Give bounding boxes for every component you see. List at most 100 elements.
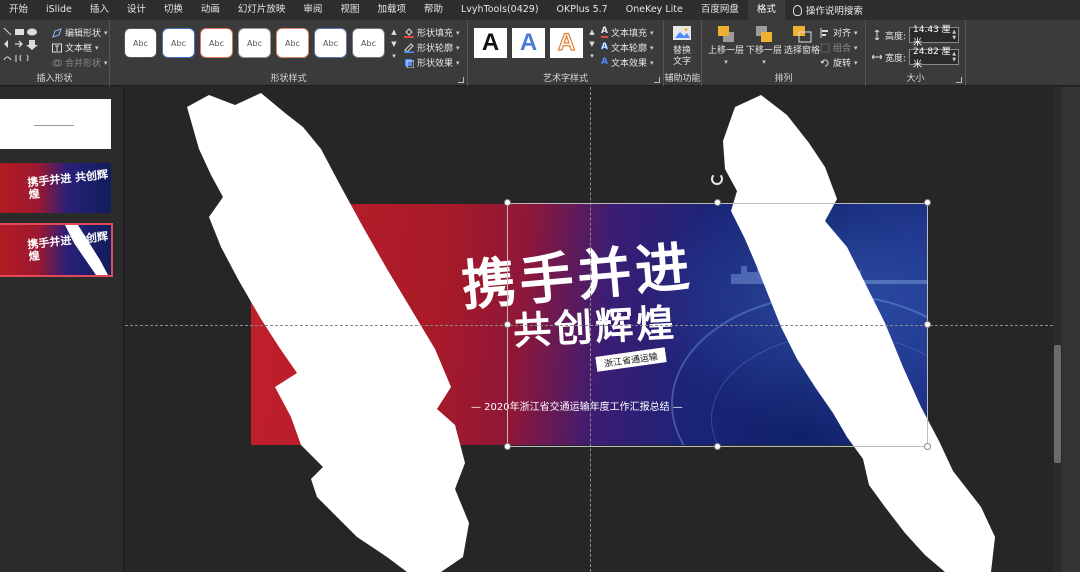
tab-transitions[interactable]: 切换 xyxy=(155,0,192,20)
edit-shape-button[interactable]: 编辑形状 ▾ xyxy=(52,26,108,39)
ribbon-tab-bar: 开始 iSlide 插入 设计 切换 动画 幻灯片放映 审阅 视图 加载项 帮助… xyxy=(0,0,1080,20)
tab-lvyhtools[interactable]: LvyhTools(0429) xyxy=(452,0,548,20)
wordart-black[interactable]: A xyxy=(474,28,507,58)
height-label: 高度: xyxy=(885,31,907,42)
edit-shape-icon xyxy=(52,27,62,38)
shape-outline-label: 形状轮廓 xyxy=(417,44,454,54)
resize-handle-right[interactable] xyxy=(924,321,931,328)
group-label-shape-styles: 形状样式 xyxy=(270,74,307,84)
paint-bucket-icon xyxy=(404,27,414,38)
send-backward-button[interactable]: 下移一层 ▾ xyxy=(746,24,782,68)
wordart-scroll-up[interactable]: ▲ xyxy=(588,28,596,36)
shape-fill-button[interactable]: 形状填充 ▾ xyxy=(404,26,460,39)
wordart-more[interactable]: ▾ xyxy=(588,52,596,60)
shape-style-2[interactable]: Abc xyxy=(162,28,195,58)
text-box-label: 文本框 xyxy=(65,44,93,54)
group-label: 组合 xyxy=(833,44,852,54)
text-box-button[interactable]: 文本框 ▾ xyxy=(52,41,99,54)
height-down-icon[interactable]: ▼ xyxy=(952,35,956,41)
thumbnail-brush-stroke xyxy=(65,225,108,275)
group-button[interactable]: 组合 ▾ xyxy=(820,41,858,54)
tab-insert[interactable]: 插入 xyxy=(81,0,118,20)
tab-design[interactable]: 设计 xyxy=(118,0,155,20)
width-down-icon[interactable]: ▼ xyxy=(952,57,956,63)
resize-handle-bottom-left[interactable] xyxy=(504,443,511,450)
slide-canvas[interactable]: 携手并进 共创辉煌 浙江省通运输 — 2020年浙江省交通运输年度工作汇报总结 … xyxy=(125,87,1053,572)
shape-style-5[interactable]: Abc xyxy=(276,28,309,58)
resize-handle-bottom[interactable] xyxy=(714,443,721,450)
help-search-label: 操作说明搜索 xyxy=(805,6,863,17)
text-outline-label: 文本轮廓 xyxy=(610,44,647,54)
tab-baidu-netdisk[interactable]: 百度网盘 xyxy=(692,0,748,20)
bring-forward-button[interactable]: 上移一层 ▾ xyxy=(708,24,744,68)
tab-slideshow[interactable]: 幻灯片放映 xyxy=(229,0,295,20)
width-label: 宽度: xyxy=(885,53,907,64)
vertical-scrollbar-thumb[interactable] xyxy=(1054,345,1061,463)
align-button[interactable]: 对齐 ▾ xyxy=(820,26,858,39)
text-effects-label: 文本效果 xyxy=(610,59,647,69)
selection-pane-button[interactable]: 选择窗格 xyxy=(784,24,820,57)
height-input[interactable]: 14.43 厘米 ▲ ▼ xyxy=(909,25,960,48)
tab-animations[interactable]: 动画 xyxy=(192,0,229,20)
group-size: 高度: 14.43 厘米 ▲ ▼ 宽度: 24.82 厘米 ▲ ▼ 大小 xyxy=(866,20,966,86)
text-effects-button[interactable]: A 文本效果 ▾ xyxy=(601,56,654,70)
slide-thumbnail-2[interactable]: 携手并进 共创辉煌 xyxy=(0,163,111,213)
help-search[interactable]: 操作说明搜索 xyxy=(785,3,863,17)
slide-thumbnail-3-selected[interactable]: 携手并进 共创辉煌 xyxy=(0,223,113,277)
rotation-handle-icon[interactable] xyxy=(711,173,723,185)
selection-pane-icon xyxy=(793,26,812,43)
text-box-icon xyxy=(52,43,62,52)
shape-style-1[interactable]: Abc xyxy=(124,28,157,58)
tab-help[interactable]: 帮助 xyxy=(415,0,452,20)
slide-thumbnail-1[interactable] xyxy=(0,99,111,149)
alt-text-label-2: 文字 xyxy=(672,57,691,67)
alt-text-icon xyxy=(673,26,691,40)
shape-styles-launcher-icon[interactable] xyxy=(458,77,464,83)
shape-effects-button[interactable]: 形状效果 ▾ xyxy=(404,56,460,69)
width-input[interactable]: 24.82 厘米 ▲ ▼ xyxy=(909,47,960,70)
tab-home[interactable]: 开始 xyxy=(0,0,37,20)
group-shape-styles: Abc Abc Abc Abc Abc Abc Abc ▲ ▼ ▾ 形状填充 ▾ … xyxy=(110,20,468,86)
wordart-blue[interactable]: A xyxy=(512,28,545,58)
merge-shapes-button[interactable]: 合并形状 ▾ xyxy=(52,56,108,69)
text-fill-icon: A xyxy=(601,26,608,38)
format-pane-edge[interactable] xyxy=(1062,87,1080,572)
wordart-launcher-icon[interactable] xyxy=(654,77,660,83)
size-launcher-icon[interactable] xyxy=(956,77,962,83)
shape-style-6[interactable]: Abc xyxy=(314,28,347,58)
resize-handle-top-right[interactable] xyxy=(924,199,931,206)
alt-text-button[interactable]: 替换 文字 xyxy=(671,24,693,68)
shape-style-4[interactable]: Abc xyxy=(238,28,271,58)
tab-format[interactable]: 格式 xyxy=(747,0,785,20)
gallery-scroll-up[interactable]: ▲ xyxy=(390,28,398,36)
tab-islide[interactable]: iSlide xyxy=(37,0,81,20)
shapes-gallery-icon[interactable] xyxy=(2,26,50,66)
tab-addins[interactable]: 加载项 xyxy=(368,0,415,20)
rotate-button[interactable]: 旋转 ▾ xyxy=(820,56,858,69)
vertical-scrollbar[interactable] xyxy=(1053,87,1062,572)
gallery-more[interactable]: ▾ xyxy=(390,52,398,60)
resize-handle-bottom-right[interactable] xyxy=(924,443,931,450)
group-icon xyxy=(820,43,830,52)
tab-view[interactable]: 视图 xyxy=(331,0,368,20)
resize-handle-left[interactable] xyxy=(504,321,511,328)
shape-style-3[interactable]: Abc xyxy=(200,28,233,58)
gallery-scroll-down[interactable]: ▼ xyxy=(390,40,398,48)
wordart-orange-outline[interactable]: A xyxy=(550,28,583,58)
group-label-size: 大小 xyxy=(906,74,925,84)
tab-onekey[interactable]: OneKey Lite xyxy=(617,0,692,20)
text-fill-button[interactable]: A 文本填充 ▾ xyxy=(601,26,654,39)
text-outline-button[interactable]: A 文本轮廓 ▾ xyxy=(601,41,654,54)
merge-shapes-label: 合并形状 xyxy=(65,59,102,69)
tab-review[interactable]: 审阅 xyxy=(294,0,331,20)
resize-handle-top-left[interactable] xyxy=(504,199,511,206)
slide-thumbnail-2-title: 携手并进 共创辉煌 xyxy=(26,167,109,202)
group-label-arrange: 排列 xyxy=(774,74,793,84)
shape-fill-label: 形状填充 xyxy=(417,29,454,39)
tab-okplus[interactable]: OKPlus 5.7 xyxy=(548,0,617,20)
group-label-accessibility: 辅助功能 xyxy=(664,74,701,84)
wordart-scroll-down[interactable]: ▼ xyxy=(588,40,596,48)
shape-style-7[interactable]: Abc xyxy=(352,28,385,58)
shape-outline-button[interactable]: 形状轮廓 ▾ xyxy=(404,41,460,54)
resize-handle-top[interactable] xyxy=(714,199,721,206)
